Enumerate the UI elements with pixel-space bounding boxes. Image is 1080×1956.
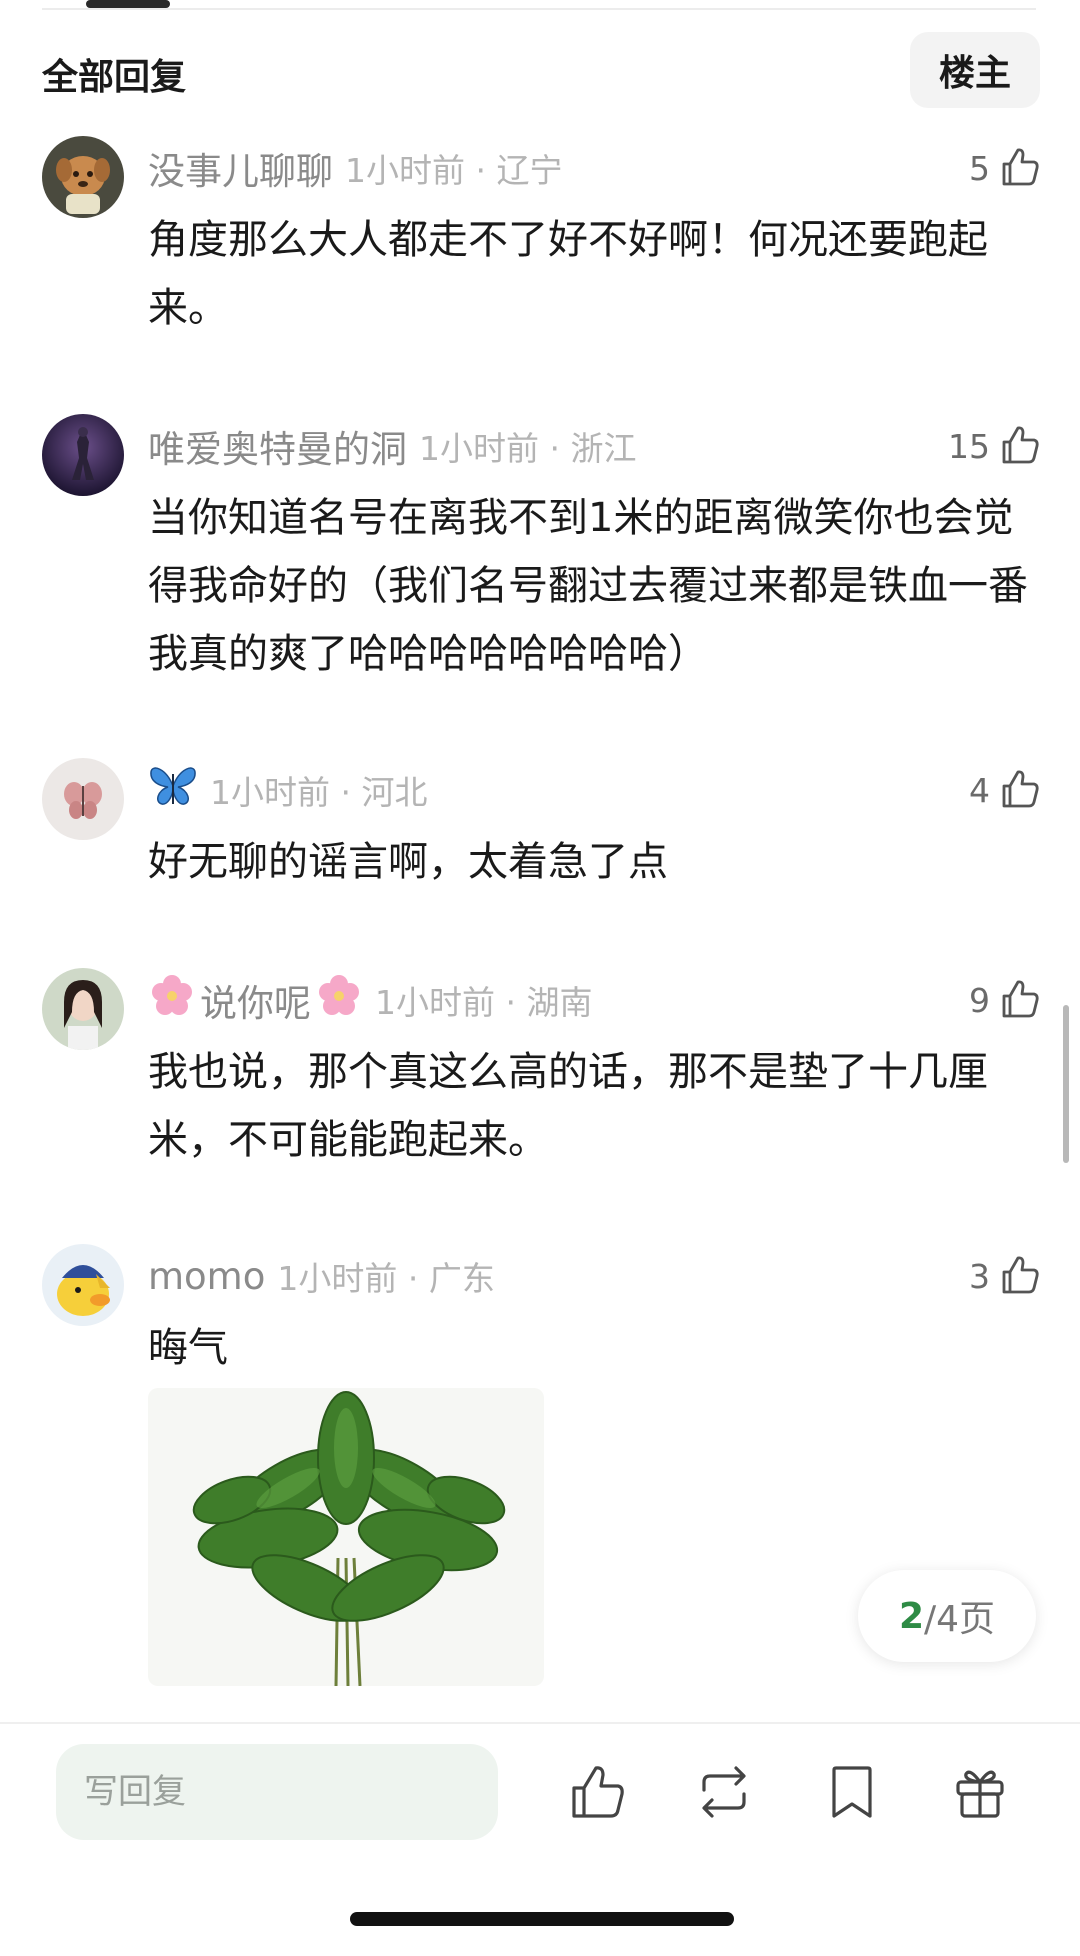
scrollbar[interactable] [1063, 1005, 1069, 1163]
thumbs-up-icon [996, 974, 1044, 1026]
butterfly-icon [148, 762, 198, 819]
comment-header: 🦋 1小时前 · 河北 [148, 762, 427, 818]
avatar[interactable] [42, 968, 124, 1050]
like-button[interactable]: 9 [969, 972, 1044, 1028]
comment-username[interactable]: 唯爱奥特曼的洞 [148, 419, 407, 473]
comment-image[interactable] [148, 1388, 544, 1686]
like-button[interactable]: 15 [948, 418, 1044, 474]
comment-username[interactable]: momo [148, 1255, 265, 1298]
like-count: 5 [969, 148, 990, 188]
cherry-blossom-icon [315, 972, 363, 1029]
op-filter-button[interactable]: 楼主 [910, 32, 1040, 108]
thumbs-up-icon[interactable] [566, 1760, 630, 1824]
gift-icon[interactable] [948, 1760, 1012, 1824]
top-divider [42, 8, 1036, 10]
comment-text: 我也说，那个真这么高的话，那不是垫了十几厘米，不可能能跑起来。 [148, 1049, 988, 1163]
page-indicator[interactable]: 2 /4页 [858, 1570, 1036, 1662]
bookmark-icon[interactable] [820, 1760, 884, 1824]
reply-input[interactable] [56, 1744, 498, 1840]
comment-text: 好无聊的谣言啊，太着急了点 [148, 839, 668, 885]
like-count: 4 [969, 770, 990, 810]
comment-meta: 1小时前 · 浙江 [419, 429, 637, 468]
repost-icon[interactable] [692, 1760, 756, 1824]
thumbs-up-icon [996, 764, 1044, 816]
like-count: 15 [948, 426, 990, 466]
comment-header: momo 1小时前 · 广东 [148, 1248, 495, 1304]
avatar[interactable] [42, 758, 124, 840]
comment-header: 说你呢 1小时前 · 湖南 [148, 972, 592, 1028]
avatar[interactable] [42, 1244, 124, 1326]
page-current: 2 [898, 1595, 924, 1637]
comment-text: 角度那么大人都走不了好不好啊！何况还要跑起来。 [148, 217, 988, 331]
like-button[interactable]: 3 [969, 1248, 1044, 1304]
avatar[interactable] [42, 414, 124, 496]
thumbs-up-icon [996, 420, 1044, 472]
like-count: 9 [969, 980, 990, 1020]
section-title: 全部回复 [42, 57, 187, 98]
comment-username-text: 说你呢 [200, 982, 311, 1025]
comment-text: 晦气 [148, 1325, 228, 1371]
comment-header: 没事儿聊聊 1小时前 · 辽宁 [148, 140, 562, 196]
tab-indicator [86, 0, 170, 8]
comment-username[interactable]: 没事儿聊聊 [148, 141, 333, 195]
comment-text: 当你知道名号在离我不到1米的距离微笑你也会觉得我命好的（我们名号翻过去覆过来都是… [148, 495, 1028, 677]
comment-meta: 1小时前 · 广东 [277, 1259, 495, 1298]
comment-username[interactable]: 说你呢 [148, 972, 363, 1029]
like-count: 3 [969, 1256, 990, 1296]
comment-header: 唯爱奥特曼的洞 1小时前 · 浙江 [148, 418, 636, 474]
leaves-image [192, 1391, 506, 1686]
cherry-blossom-icon [148, 972, 196, 1029]
avatar[interactable] [42, 136, 124, 218]
page-total: /4页 [924, 1599, 996, 1640]
home-indicator [350, 1912, 734, 1926]
thumbs-up-icon [996, 142, 1044, 194]
comment-meta: 1小时前 · 河北 [210, 773, 428, 812]
like-button[interactable]: 4 [969, 762, 1044, 818]
comment-meta: 1小时前 · 辽宁 [345, 151, 563, 190]
like-button[interactable]: 5 [969, 140, 1044, 196]
comment-meta: 1小时前 · 湖南 [375, 983, 593, 1022]
thumbs-up-icon [996, 1250, 1044, 1302]
comment-username[interactable]: 🦋 [148, 762, 198, 819]
